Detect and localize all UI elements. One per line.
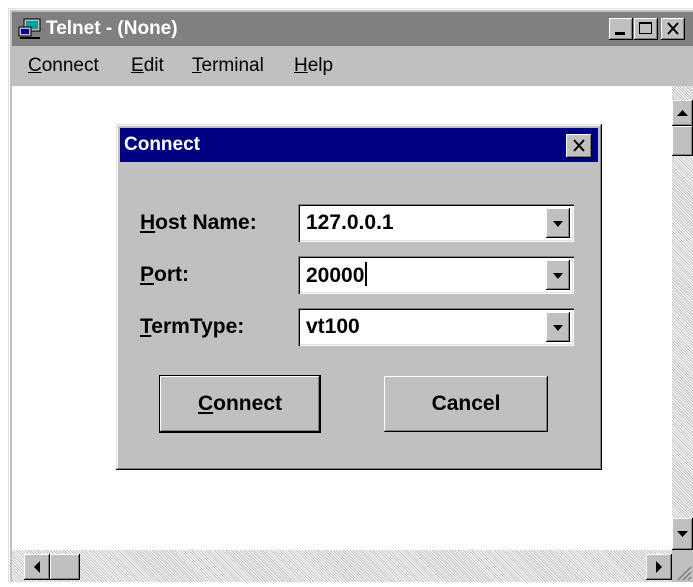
port-label: Port: [140, 263, 190, 286]
resize-grip-icon [677, 566, 692, 581]
chevron-down-icon [553, 273, 563, 279]
menu-edit[interactable]: Edit [131, 50, 164, 82]
maximize-icon [639, 22, 652, 34]
window-title: Telnet - (None) [46, 18, 178, 39]
termtype-value: vt100 [306, 315, 360, 338]
minimize-button[interactable] [609, 18, 633, 40]
vertical-scroll-thumb[interactable] [672, 126, 693, 156]
menu-help[interactable]: Help [294, 50, 333, 82]
arrow-up-icon [677, 110, 688, 116]
dialog-close-button[interactable] [566, 134, 592, 158]
termtype-label: TermType: [140, 315, 245, 338]
maximize-button[interactable] [634, 18, 658, 40]
close-icon [667, 22, 679, 35]
cancel-button[interactable]: Cancel [384, 376, 548, 432]
scroll-down-button[interactable] [672, 518, 693, 550]
title-bar[interactable]: Telnet - (None) [12, 12, 693, 46]
host-name-dropdown-button[interactable] [546, 208, 570, 238]
arrow-left-icon [34, 561, 40, 573]
termtype-combo[interactable]: vt100 [298, 308, 574, 346]
dialog-title-bar[interactable]: Connect [120, 128, 598, 162]
minimize-icon [615, 32, 625, 35]
connect-button[interactable]: Connect [160, 376, 320, 432]
scroll-right-button[interactable] [646, 554, 672, 580]
text-cursor [365, 262, 368, 286]
port-value: 20000 [306, 262, 368, 289]
horizontal-scroll-thumb[interactable] [50, 554, 80, 580]
menu-bar: Connect Edit Terminal Help [12, 50, 693, 82]
host-name-value: 127.0.0.1 [306, 211, 394, 234]
telnet-computer-icon [18, 18, 41, 39]
menu-connect[interactable]: Connect [28, 50, 99, 82]
port-combo[interactable]: 20000 [298, 256, 574, 294]
chevron-down-icon [553, 325, 563, 331]
horizontal-scrollbar[interactable] [12, 550, 672, 582]
menu-terminal[interactable]: Terminal [192, 50, 264, 82]
dialog-title: Connect [124, 134, 200, 155]
size-grip[interactable] [672, 550, 693, 582]
chevron-down-icon [553, 221, 563, 227]
host-name-combo[interactable]: 127.0.0.1 [298, 204, 574, 242]
port-dropdown-button[interactable] [546, 260, 570, 290]
close-button[interactable] [661, 18, 685, 40]
close-icon [573, 139, 585, 152]
scroll-left-button[interactable] [24, 554, 50, 580]
arrow-right-icon [656, 561, 662, 573]
arrow-down-icon [677, 531, 688, 537]
scroll-up-button[interactable] [672, 100, 693, 126]
termtype-dropdown-button[interactable] [546, 312, 570, 342]
host-name-label: Host Name: [140, 211, 257, 234]
connect-dialog: Connect Host Name: 127.0.0.1 Port: 20000… [116, 124, 602, 470]
vertical-scrollbar[interactable] [672, 86, 693, 550]
